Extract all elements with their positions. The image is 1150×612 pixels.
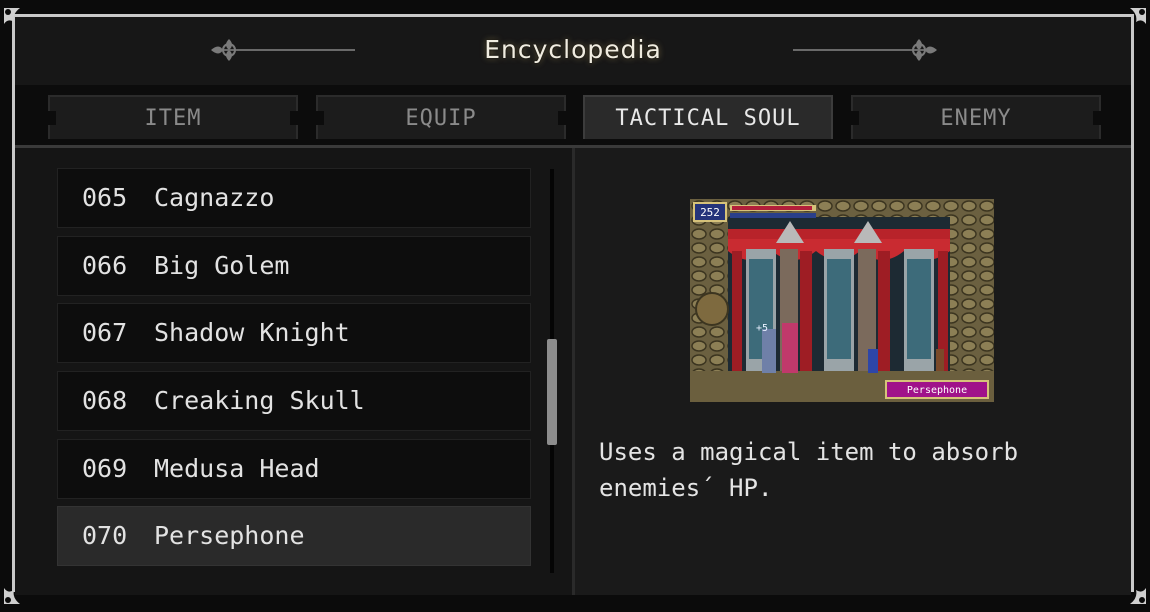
- soul-description: Uses a magical item to absorb enemies´ H…: [599, 434, 1039, 506]
- entry-number: 070: [82, 521, 128, 550]
- corner-ornament-icon: [0, 574, 34, 608]
- list-item[interactable]: 069 Medusa Head: [57, 439, 531, 499]
- entry-name: Cagnazzo: [154, 183, 275, 212]
- hud-value: 252: [700, 206, 720, 219]
- encyclopedia-window: Encyclopedia ITEM EQUIP TACTICAL SOUL EN…: [12, 14, 1134, 595]
- entry-number: 066: [82, 251, 128, 280]
- entry-name: Medusa Head: [154, 454, 320, 483]
- description-line: Uses a magical item to absorb: [599, 438, 1019, 466]
- list-item[interactable]: 066 Big Golem: [57, 236, 531, 296]
- tab-item-label: ITEM: [144, 106, 202, 131]
- corner-ornament-icon: [1116, 574, 1150, 608]
- entry-name: Creaking Skull: [154, 386, 365, 415]
- list-item-selected[interactable]: 070 Persephone: [57, 506, 531, 566]
- detail-panel: 252 +5 Persephone Uses a magical item to…: [575, 148, 1131, 595]
- tab-enemy[interactable]: ENEMY: [851, 95, 1101, 139]
- floating-number: +5: [756, 323, 768, 334]
- list-item[interactable]: 068 Creaking Skull: [57, 371, 531, 431]
- entry-list: 065 Cagnazzo 066 Big Golem 067 Shadow Kn…: [15, 148, 572, 595]
- entry-number: 068: [82, 386, 128, 415]
- scrollbar-thumb[interactable]: [547, 339, 557, 445]
- title-bar: Encyclopedia: [15, 17, 1131, 85]
- tab-equip-label: EQUIP: [405, 106, 477, 131]
- corner-ornament-icon: [0, 4, 34, 38]
- page-title: Encyclopedia: [484, 35, 662, 64]
- entry-name: Big Golem: [154, 251, 290, 280]
- entry-number: 069: [82, 454, 128, 483]
- description-line: enemies´ HP.: [599, 474, 773, 502]
- list-item[interactable]: 067 Shadow Knight: [57, 303, 531, 363]
- entry-number: 065: [82, 183, 128, 212]
- right-flourish-icon: [793, 39, 937, 61]
- entry-number: 067: [82, 318, 128, 347]
- tab-enemy-label: ENEMY: [940, 106, 1012, 131]
- tab-item[interactable]: ITEM: [48, 95, 298, 139]
- tab-tactical-soul[interactable]: TACTICAL SOUL: [583, 95, 833, 139]
- tab-bar: ITEM EQUIP TACTICAL SOUL ENEMY: [15, 85, 1131, 148]
- list-item[interactable]: 065 Cagnazzo: [57, 168, 531, 228]
- corner-ornament-icon: [1116, 4, 1150, 38]
- soul-preview-image: 252 +5 Persephone: [690, 199, 994, 402]
- entry-name: Shadow Knight: [154, 318, 350, 347]
- tab-tactical-soul-label: TACTICAL SOUL: [615, 106, 801, 131]
- entry-name: Persephone: [154, 521, 305, 550]
- preview-caption: Persephone: [907, 385, 967, 396]
- preview-scene: 252 +5 Persephone: [690, 199, 994, 402]
- tab-equip[interactable]: EQUIP: [316, 95, 566, 139]
